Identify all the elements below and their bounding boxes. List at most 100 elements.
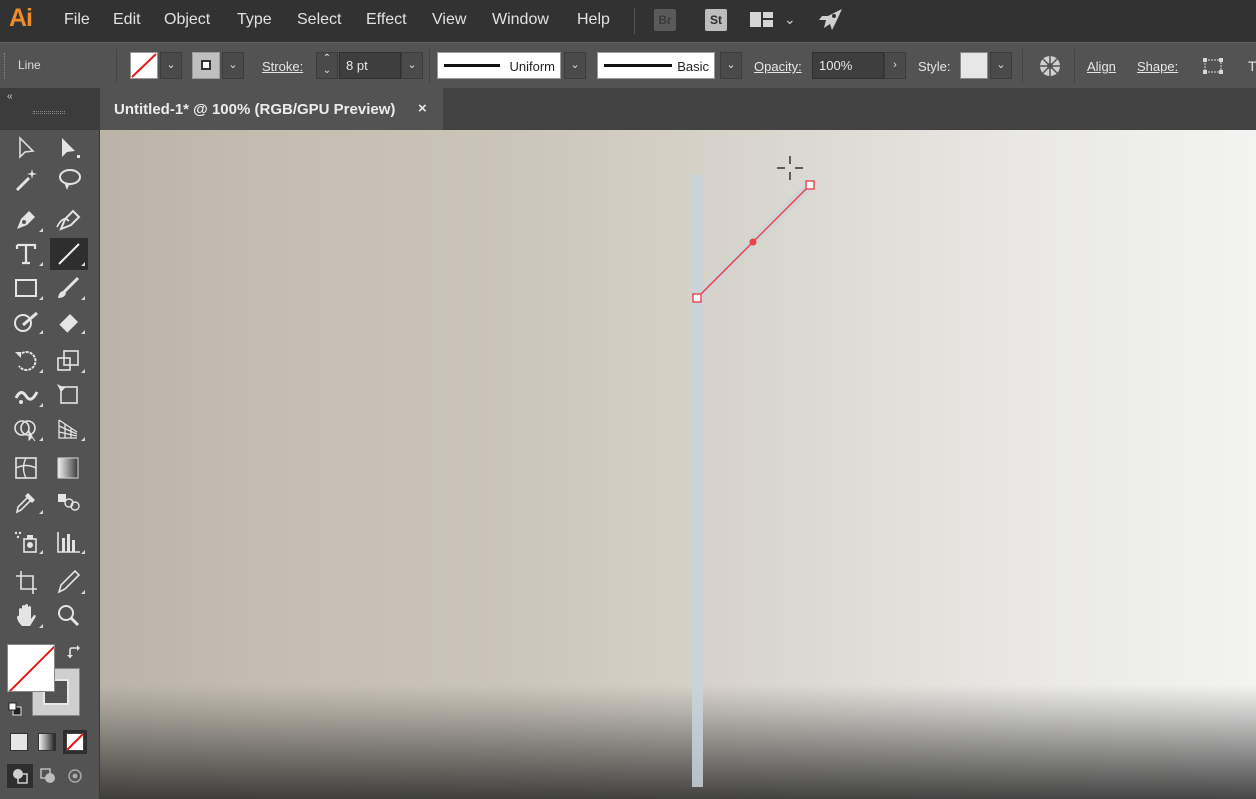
selection-tool[interactable] [8, 132, 46, 164]
zoom-tool[interactable] [50, 600, 88, 632]
swap-fill-stroke-icon[interactable] [67, 645, 83, 661]
gpu-performance-icon[interactable] [818, 8, 844, 32]
brush-definition-dropdown[interactable]: ⌄ [720, 52, 742, 79]
opacity-popup-button[interactable]: › [884, 52, 906, 79]
scale-icon [57, 350, 79, 371]
shape-builder-tool[interactable] [8, 413, 46, 445]
type-tool[interactable] [8, 238, 46, 270]
toolbox-grip[interactable] [33, 111, 65, 114]
fill-color-box[interactable] [7, 644, 55, 692]
magic-wand-tool[interactable] [8, 164, 46, 196]
artboard-canvas[interactable] [100, 130, 1256, 799]
paintbrush-tool[interactable] [50, 272, 88, 304]
eyedropper-tool[interactable] [8, 486, 46, 518]
blend-tool[interactable] [50, 486, 88, 518]
gradient-tool[interactable] [50, 452, 88, 484]
shape-label[interactable]: Shape: [1137, 59, 1178, 74]
stock-button[interactable]: St [705, 9, 727, 31]
pen-nib-icon [17, 211, 35, 229]
stroke-weight-dropdown[interactable]: ⌄ [401, 52, 423, 79]
opacity-label[interactable]: Opacity: [754, 59, 802, 74]
eraser-tool[interactable] [50, 306, 88, 338]
none-mode-button[interactable] [63, 730, 87, 754]
menu-window[interactable]: Window [492, 11, 549, 29]
graphic-style-swatch[interactable] [960, 52, 988, 79]
anchor-point-start[interactable] [692, 293, 702, 303]
draw-normal-button[interactable] [7, 764, 33, 788]
mesh-tool[interactable] [8, 452, 46, 484]
free-transform-tool[interactable] [50, 379, 88, 411]
tool-group-indicator [81, 369, 85, 373]
menu-type[interactable]: Type [237, 11, 272, 29]
pen-tool[interactable] [8, 204, 46, 236]
direct-selection-tool[interactable] [50, 132, 88, 164]
lasso-tool[interactable] [50, 164, 88, 196]
center-point [749, 238, 757, 246]
fill-swatch[interactable] [130, 52, 158, 79]
draw-inside-icon[interactable] [66, 767, 84, 785]
draw-normal-icon [13, 769, 28, 784]
curvature-pen-icon [56, 209, 81, 231]
collapse-toolbox-icon[interactable]: ‹‹ [7, 91, 13, 102]
stroke-weight-field[interactable]: 8 pt [339, 52, 401, 79]
line-segment-tool[interactable] [50, 238, 88, 270]
shaper-icon [14, 311, 38, 332]
symbol-sprayer-tool[interactable] [8, 526, 46, 558]
brush-definition-label: Basic [677, 59, 709, 74]
toolbox [0, 130, 100, 799]
toolbox-header: ‹‹ [0, 88, 100, 130]
control-bar: Line ⌄ ⌄ Stroke: ⌃ ⌄ 8 pt ⌄ Uniform ⌄ Bas… [0, 42, 1256, 88]
scale-tool[interactable] [50, 345, 88, 377]
anchor-point-end[interactable] [805, 180, 815, 190]
line-segment-icon [58, 243, 80, 265]
menu-object[interactable]: Object [164, 11, 210, 29]
menu-view[interactable]: View [432, 11, 466, 29]
brush-definition[interactable]: Basic [597, 52, 715, 79]
draw-behind-icon[interactable] [39, 767, 57, 785]
stroke-dropdown-button[interactable]: ⌄ [222, 52, 244, 79]
transform-shape-icon[interactable] [1202, 57, 1224, 75]
chevron-down-icon[interactable]: ⌄ [784, 11, 796, 28]
rectangle-tool[interactable] [8, 272, 46, 304]
color-mode-button[interactable] [10, 733, 28, 751]
close-icon[interactable]: × [418, 100, 427, 117]
menu-edit[interactable]: Edit [113, 11, 141, 29]
stroke-swatch[interactable] [192, 52, 220, 79]
width-tool[interactable] [8, 379, 46, 411]
column-graph-tool[interactable] [50, 526, 88, 558]
hand-tool[interactable] [8, 600, 46, 632]
menu-select[interactable]: Select [297, 11, 341, 29]
stroke-label[interactable]: Stroke: [262, 59, 303, 74]
arrange-documents-icon[interactable] [750, 11, 776, 29]
magic-wand-icon [15, 169, 37, 192]
variable-width-profile[interactable]: Uniform [437, 52, 561, 79]
perspective-grid-tool[interactable] [50, 413, 88, 445]
recolor-artwork-icon[interactable] [1038, 54, 1062, 78]
rotate-tool[interactable] [8, 345, 46, 377]
document-tab[interactable]: Untitled-1* @ 100% (RGB/GPU Preview) × [100, 88, 443, 130]
tool-group-indicator [39, 228, 43, 232]
align-label[interactable]: Align [1087, 59, 1116, 74]
menu-effect[interactable]: Effect [366, 11, 407, 29]
paintbrush-icon [58, 276, 80, 298]
shape-builder-icon [14, 420, 36, 442]
curvature-tool[interactable] [50, 204, 88, 236]
shaper-tool[interactable] [8, 306, 46, 338]
menu-help[interactable]: Help [577, 11, 610, 29]
menu-file[interactable]: File [64, 11, 90, 29]
opacity-field[interactable]: 100% [812, 52, 884, 79]
eyedropper-icon [15, 493, 35, 514]
slice-tool[interactable] [50, 566, 88, 598]
control-bar-grip[interactable] [4, 53, 6, 79]
variable-width-dropdown[interactable]: ⌄ [564, 52, 586, 79]
stroke-weight-stepper[interactable]: ⌃ ⌄ [316, 52, 338, 79]
gradient-mode-button[interactable] [38, 733, 56, 751]
tool-group-indicator [39, 550, 43, 554]
graphic-style-dropdown[interactable]: ⌄ [990, 52, 1012, 79]
hand-icon [17, 604, 36, 626]
overflow-control[interactable]: T [1248, 58, 1256, 74]
default-fill-stroke-icon[interactable] [8, 702, 22, 716]
fill-dropdown-button[interactable]: ⌄ [160, 52, 182, 79]
artboard-tool[interactable] [8, 566, 46, 598]
bridge-button[interactable]: Br [654, 9, 676, 31]
